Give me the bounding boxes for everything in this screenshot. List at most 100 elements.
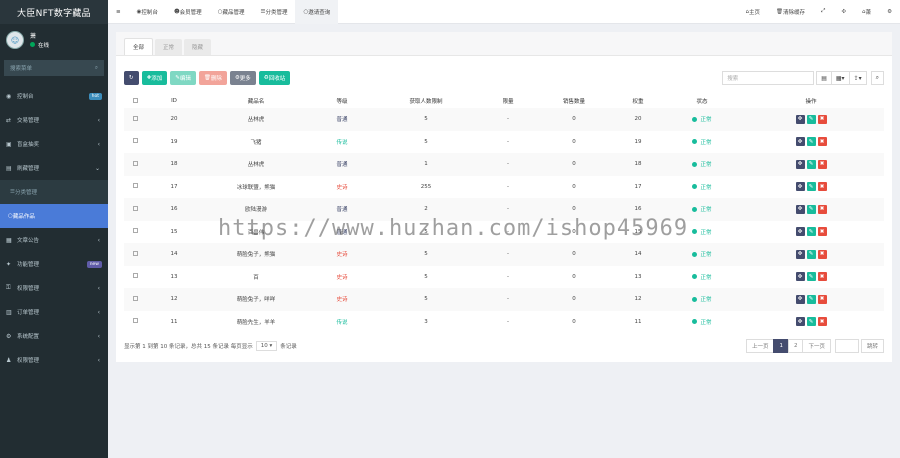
cell-sold: 0 <box>572 206 576 213</box>
export-icon[interactable]: ⇪▾ <box>848 71 867 85</box>
edit-icon[interactable]: ✎ <box>806 114 816 124</box>
search-input[interactable]: 搜索 <box>722 71 815 85</box>
sidebar-item-1[interactable]: ⇄ 交易管理 ‹ <box>0 108 108 132</box>
settings-icon[interactable]: ⚙ <box>879 0 900 24</box>
toggle-view-icon[interactable]: ▤ <box>816 71 832 85</box>
edit-icon[interactable]: ✎ <box>806 182 816 192</box>
row-checkbox[interactable] <box>132 138 138 144</box>
sidebar-item-label: 刷藏管理 <box>17 166 40 172</box>
top-tab-2[interactable]: ○ 藏品管理 <box>210 0 253 24</box>
search-toggle-icon[interactable]: ⌕ <box>870 71 884 85</box>
delete-icon[interactable]: ✖ <box>817 204 827 214</box>
topbar-link-1[interactable]: 🗑 清除缓存 <box>768 0 813 24</box>
sidebar-search[interactable]: 搜索菜单 ⌕ <box>4 60 104 76</box>
drag-icon[interactable]: ✥ <box>795 137 805 147</box>
row-checkbox[interactable] <box>132 295 138 301</box>
drag-icon[interactable]: ✥ <box>795 317 805 327</box>
cell-sold: 0 <box>572 251 576 258</box>
sidebar-item-2[interactable]: ▣ 盲盒抽奖 ‹ <box>0 132 108 156</box>
sidebar-item-0[interactable]: ◉ 控制台 hot <box>0 84 108 108</box>
top-tab-0[interactable]: ◉ 控制台 <box>129 0 166 24</box>
drag-icon[interactable]: ✥ <box>795 249 805 259</box>
top-tab-1[interactable]: ☻ 会员管理 <box>166 0 210 24</box>
cell-level: 史诗 <box>336 297 348 304</box>
edit-icon[interactable]: ✎ <box>806 317 816 327</box>
expand-icon[interactable]: ✣ <box>833 0 854 24</box>
drag-icon[interactable]: ✥ <box>795 227 805 237</box>
menu-toggle-button[interactable]: ≡ <box>108 0 129 24</box>
fullscreen-icon[interactable]: ⤢ <box>813 0 833 24</box>
sidebar-item-4[interactable]: ⚙ 系统配置 ‹ <box>0 324 108 348</box>
delete-icon[interactable]: ✖ <box>817 114 827 124</box>
jump-page-input[interactable] <box>834 339 859 353</box>
sidebar-item-2[interactable]: ⚿ 权限管理 ‹ <box>0 276 108 300</box>
content-tab-2[interactable]: 隐藏 <box>184 39 212 55</box>
content-tab-1[interactable]: 正常 <box>155 39 183 55</box>
row-checkbox[interactable] <box>132 205 138 211</box>
row-checkbox[interactable] <box>132 318 138 324</box>
edit-icon[interactable]: ✎ <box>806 204 816 214</box>
content-tab-0[interactable]: 全部 <box>124 38 154 55</box>
columns-icon[interactable]: ▦▾ <box>830 71 850 85</box>
status-badge: 正常 <box>692 250 712 258</box>
chevron-icon: ‹ <box>97 332 100 340</box>
sidebar-item-5[interactable]: ♟ 权限管理 ‹ <box>0 348 108 372</box>
user-menu[interactable]: ⌂ 萧 <box>854 0 879 24</box>
edit-icon[interactable]: ✎ <box>806 294 816 304</box>
row-checkbox-cell <box>124 311 146 334</box>
sidebar-item-0[interactable]: ▦ 文章公告 ‹ <box>0 228 108 252</box>
delete-icon[interactable]: ✖ <box>817 294 827 304</box>
edit-button[interactable]: ✎ 编辑 <box>170 71 196 85</box>
top-tab-4[interactable]: ○ 邀请查询 <box>295 0 339 24</box>
topbar-link-0[interactable]: ⌂ 主页 <box>738 0 769 24</box>
delete-icon[interactable]: ✖ <box>817 182 827 192</box>
drag-icon[interactable]: ✥ <box>795 294 805 304</box>
drag-icon[interactable]: ✥ <box>795 182 805 192</box>
edit-icon[interactable]: ✎ <box>806 159 816 169</box>
row-checkbox[interactable] <box>132 115 138 121</box>
page-number-button[interactable]: 1 <box>773 339 789 353</box>
next-page-button[interactable]: 下一页 <box>802 339 831 353</box>
delete-icon[interactable]: ✖ <box>817 159 827 169</box>
cell-sold: 0 <box>572 183 576 190</box>
delete-icon[interactable]: ✖ <box>817 272 827 282</box>
sidebar-item-1[interactable]: ✦ 功能管理 new <box>0 252 108 276</box>
delete-icon[interactable]: ✖ <box>817 137 827 147</box>
delete-icon[interactable]: ✖ <box>817 227 827 237</box>
edit-icon[interactable]: ✎ <box>806 137 816 147</box>
sidebar-subitem-0[interactable]: ☰ 分类管理 <box>0 180 108 204</box>
table-row: 20 丛林虎 普通 5 - 0 20 正常 ✥ ✎ ✖ <box>124 108 884 131</box>
drag-icon[interactable]: ✥ <box>795 204 805 214</box>
row-checkbox[interactable] <box>132 273 138 279</box>
delete-icon[interactable]: ✖ <box>817 249 827 259</box>
drag-icon[interactable]: ✥ <box>795 272 805 282</box>
select-all-checkbox[interactable] <box>132 97 138 103</box>
edit-icon[interactable]: ✎ <box>806 249 816 259</box>
row-checkbox[interactable] <box>132 250 138 256</box>
delete-icon[interactable]: ✖ <box>817 317 827 327</box>
add-button[interactable]: ✚ 添加 <box>141 71 168 85</box>
drag-icon[interactable]: ✥ <box>795 114 805 124</box>
chevron-icon: ‹ <box>97 356 100 364</box>
search-icon[interactable]: ⌕ <box>95 65 98 72</box>
page-size-select[interactable]: 10 ▾ <box>255 341 278 351</box>
edit-icon[interactable]: ✎ <box>806 272 816 282</box>
sidebar-subitem-1[interactable]: ○ 藏品作品 <box>0 204 108 228</box>
more-button[interactable]: ⚙ 更多 <box>229 71 256 85</box>
refresh-button[interactable]: ↻ <box>124 71 139 85</box>
sidebar-item-3[interactable]: ▥ 订单管理 ‹ <box>0 300 108 324</box>
recycle-bin-button[interactable]: ♻ 回收站 <box>258 71 291 85</box>
prev-page-button[interactable]: 上一页 <box>745 339 775 353</box>
row-checkbox[interactable] <box>132 160 138 166</box>
row-checkbox[interactable] <box>132 228 138 234</box>
jump-button[interactable]: 跳转 <box>860 339 884 353</box>
top-tab-3[interactable]: ☰ 分类管理 <box>253 0 296 24</box>
edit-icon[interactable]: ✎ <box>806 227 816 237</box>
cell-weight: 18 <box>634 161 642 168</box>
sidebar-item-3[interactable]: ▤ 刷藏管理 ⌄ <box>0 156 108 180</box>
page-number-button[interactable]: 2 <box>787 339 804 353</box>
drag-icon[interactable]: ✥ <box>795 159 805 169</box>
row-checkbox[interactable] <box>132 183 138 189</box>
cell-sold: 0 <box>572 296 576 303</box>
delete-button[interactable]: 🗑 删除 <box>198 71 227 85</box>
